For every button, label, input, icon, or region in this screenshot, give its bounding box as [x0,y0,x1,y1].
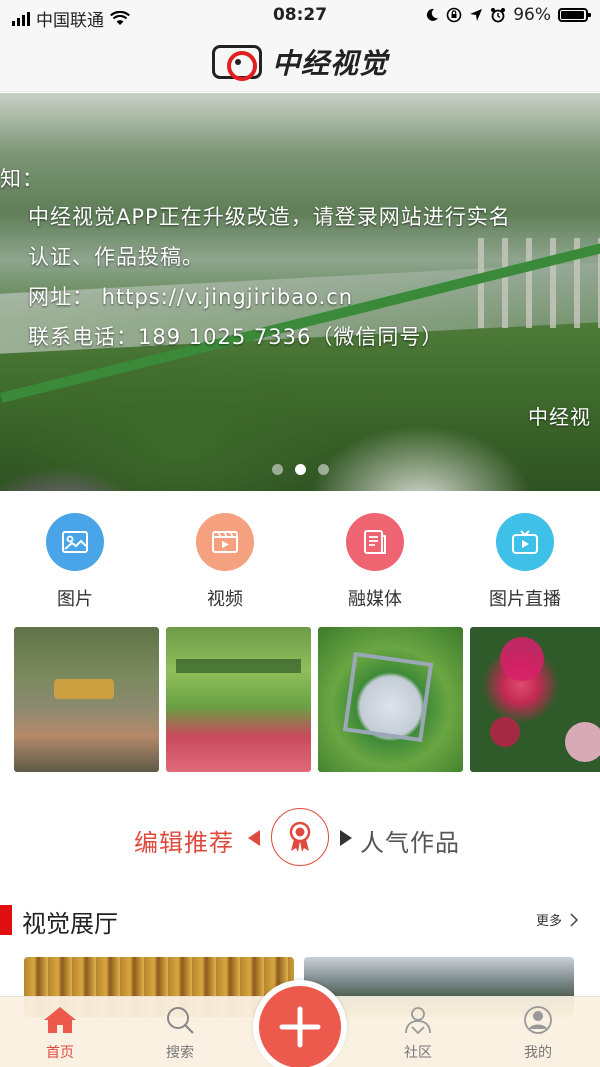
banner-watermark: 中经视 [528,405,591,429]
camera-logo-icon [211,44,262,81]
alarm-icon [491,8,506,23]
arrow-right-icon[interactable] [340,830,352,846]
app-logo-text: 中经视觉 [271,46,388,80]
banner-text-line: 联系电话：189 1025 7336（微信同号） [28,325,444,349]
category-label: 图片 [57,589,93,610]
tab-label: 首页 [46,1045,74,1061]
carousel-dot[interactable] [317,464,329,475]
plus-icon [279,1006,321,1048]
more-link[interactable]: 更多 [536,910,578,929]
tab-label: 我的 [524,1045,552,1061]
category-live-photos[interactable]: 图片直播 [450,513,600,611]
rotation-lock-icon [446,7,462,23]
award-ribbon-icon[interactable] [271,808,329,866]
tab-editor-picks[interactable]: 编辑推荐 [134,823,234,858]
tab-home[interactable]: 首页 [20,1005,100,1062]
battery-percent: 96% [513,5,551,25]
moon-icon [427,8,439,21]
document-icon [346,513,404,571]
category-label: 视频 [207,589,243,610]
category-media[interactable]: 融媒体 [300,513,450,611]
recommend-toggle: 编辑推荐 人气作品 [0,805,600,869]
more-label: 更多 [535,914,562,929]
tab-popular-works[interactable]: 人气作品 [360,823,460,858]
section-accent-bar [0,905,12,935]
featured-photo-rafting[interactable] [14,627,159,772]
status-bar: 中国联通 08:27 96% [0,0,600,32]
featured-photo-cosmos[interactable] [470,627,600,772]
tab-label: 社区 [404,1045,432,1061]
carousel-dot-active[interactable] [294,464,306,475]
category-video[interactable]: 视频 [150,513,300,611]
video-icon [196,513,254,571]
category-label: 图片直播 [489,589,561,610]
category-label: 融媒体 [348,589,402,610]
image-icon [46,513,104,571]
featured-photo-flowers-field[interactable] [166,627,311,772]
banner-text-line: 中经视觉APP正在升级改造，请登录网站进行实名 [28,205,511,229]
tv-play-icon [496,513,554,571]
arrow-left-icon[interactable] [248,830,260,846]
tab-search[interactable]: 搜索 [140,1005,220,1062]
profile-icon [524,1006,552,1034]
carousel-dot[interactable] [271,464,283,475]
chevron-right-icon [570,912,578,927]
location-icon [470,9,483,21]
battery-icon [558,8,591,22]
tab-community[interactable]: 社区 [378,1005,458,1062]
category-photos[interactable]: 图片 [0,513,150,611]
tab-label: 搜索 [166,1045,194,1061]
app-header: 中经视觉 [0,32,600,92]
category-nav: 图片 视频 融媒体 图片直播 [0,513,600,613]
banner-text-line: 网址： https://v.jingjiribao.cn [28,285,354,309]
banner-text-line: 知： [0,167,44,191]
section-title: 视觉展厅 [22,910,118,938]
community-icon [405,1007,431,1035]
banner-carousel[interactable]: 知： 中经视觉APP正在升级改造，请登录网站进行实名 认证、作品投稿。 网址： … [0,93,600,491]
featured-photo-aerial[interactable] [318,627,463,772]
banner-text-line: 认证、作品投稿。 [28,245,204,269]
tab-profile[interactable]: 我的 [498,1005,578,1062]
search-icon [167,1007,194,1034]
carousel-indicator[interactable] [0,464,600,475]
home-icon [44,1007,76,1033]
publish-button[interactable] [253,980,347,1067]
